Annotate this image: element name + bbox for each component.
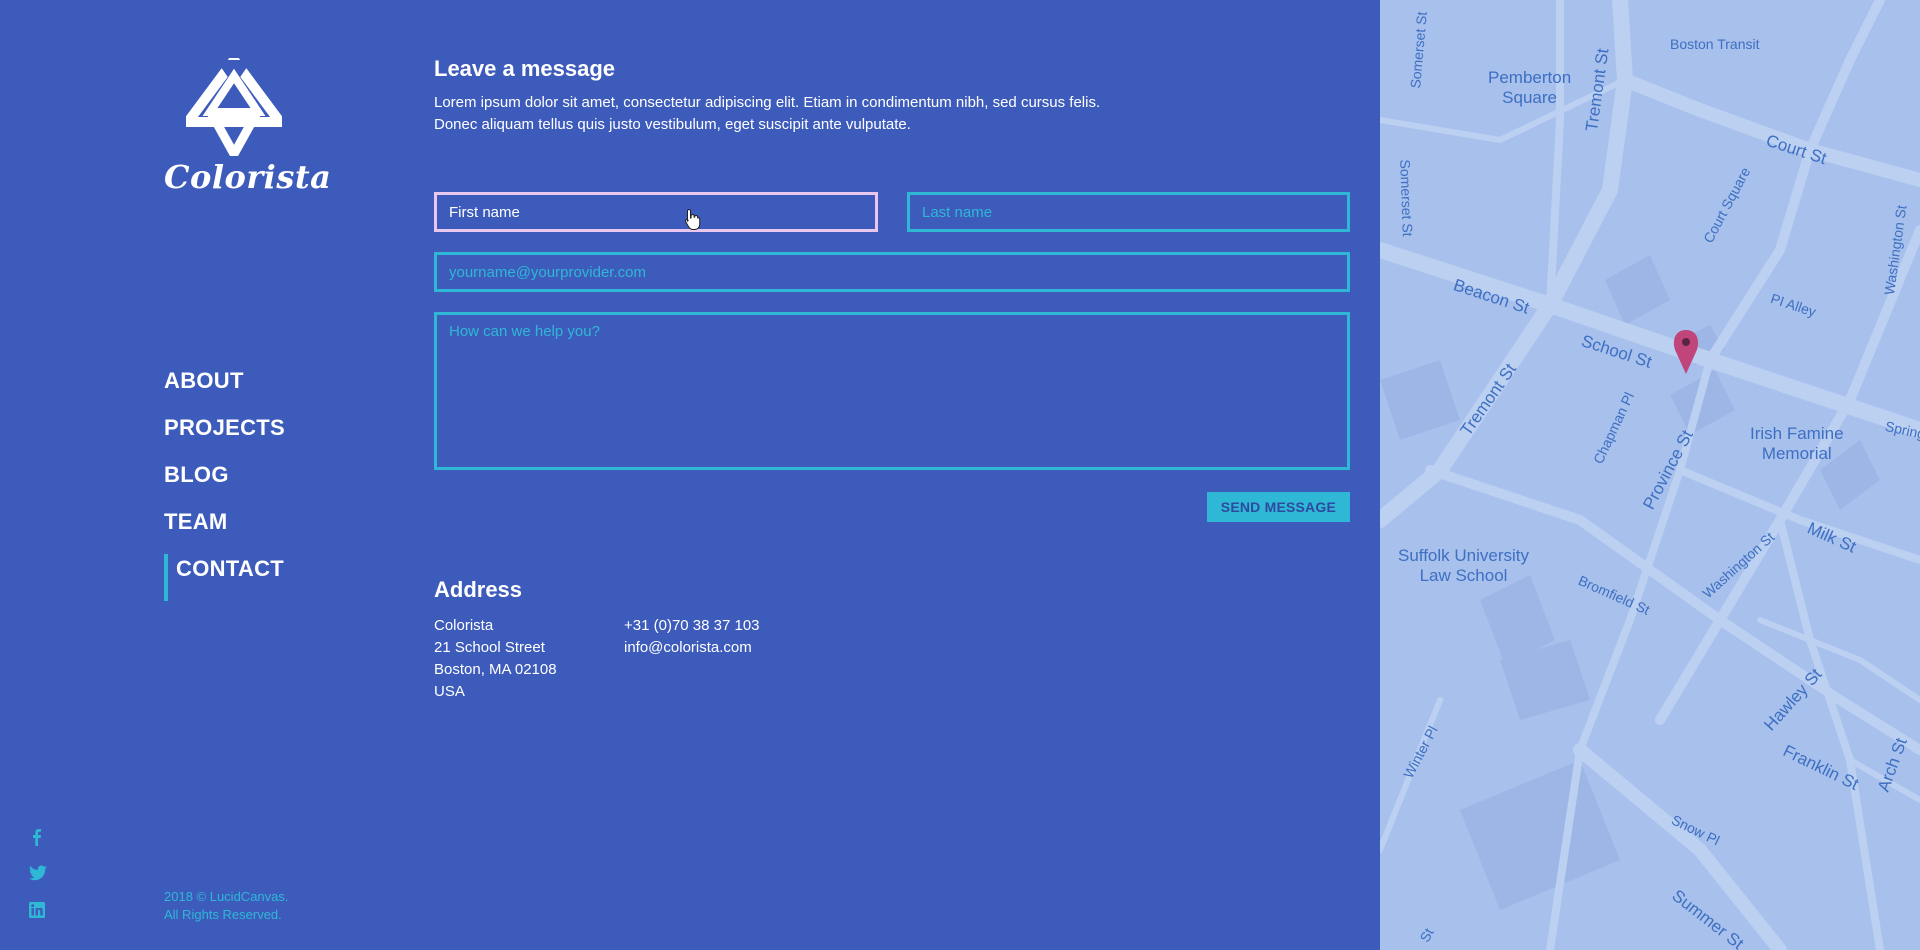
twitter-icon[interactable] [29, 865, 47, 881]
nav-item-blog[interactable]: BLOG [164, 460, 285, 507]
nav-item-team[interactable]: TEAM [164, 507, 285, 554]
form-intro-line-2: Donec aliquam tellus quis justo vestibul… [434, 116, 911, 133]
message-form: Leave a message Lorem ipsum dolor sit am… [434, 54, 1350, 522]
copyright-line-1: 2018 © LucidCanvas. [164, 889, 289, 904]
address-country: USA [434, 683, 465, 700]
hand-cursor-icon [684, 208, 702, 235]
address-street: 21 School Street [434, 639, 545, 656]
email-input[interactable] [434, 252, 1350, 292]
address-section: Address Colorista 21 School Street Bosto… [434, 575, 1034, 700]
nav-item-about[interactable]: ABOUT [164, 366, 285, 413]
address-title: Address [434, 577, 523, 602]
form-intro-line-1: Lorem ipsum dolor sit amet, consectetur … [434, 94, 1101, 111]
address-city: Boston, MA 02108 [434, 661, 557, 678]
map-streets [1380, 0, 1920, 950]
first-name-input[interactable] [434, 192, 878, 232]
phone-number[interactable]: +31 (0)70 38 37 103 [624, 615, 760, 637]
map-label-irish-famine-memorial: Irish Famine Memorial [1750, 424, 1844, 463]
last-name-input[interactable] [907, 192, 1350, 232]
contact-details: +31 (0)70 38 37 103 info@colorista.com [624, 615, 760, 659]
map-label-pemberton: Pemberton Square [1488, 68, 1572, 107]
form-title: Leave a message [434, 56, 616, 81]
nav-item-projects[interactable]: PROJECTS [164, 413, 285, 460]
social-links [29, 828, 47, 939]
form-intro: Lorem ipsum dolor sit amet, consectetur … [434, 92, 1134, 136]
message-textarea[interactable] [434, 312, 1350, 470]
linkedin-icon[interactable] [29, 902, 45, 918]
copyright-line-2: All Rights Reserved. [164, 907, 282, 922]
address-company: Colorista [434, 617, 494, 634]
facebook-icon[interactable] [29, 828, 45, 846]
email-address[interactable]: info@colorista.com [624, 637, 760, 659]
copyright-text: 2018 © LucidCanvas. All Rights Reserved. [164, 888, 289, 924]
brand-name: Colorista [164, 158, 332, 196]
location-map[interactable]: Pemberton Square Boston Transit Court St… [1380, 0, 1920, 950]
diamond-triangles-logo-icon [186, 58, 282, 156]
contact-page: Colorista ABOUT PROJECTS BLOG TEAM CONTA… [0, 0, 1920, 950]
map-label-suffolk-university: Suffolk University Law School [1398, 546, 1530, 585]
postal-address: Colorista 21 School Street Boston, MA 02… [434, 615, 557, 703]
location-pin-icon [1673, 330, 1699, 374]
send-message-button[interactable]: SEND MESSAGE [1206, 492, 1350, 522]
map-label-boston-transit: Boston Transit [1670, 36, 1760, 52]
brand-logo[interactable]: Colorista [164, 58, 332, 196]
map-label-somerset-st-mid: Somerset St [1397, 159, 1416, 237]
nav-item-contact[interactable]: CONTACT [164, 554, 285, 601]
main-navigation: ABOUT PROJECTS BLOG TEAM CONTACT [164, 366, 285, 601]
